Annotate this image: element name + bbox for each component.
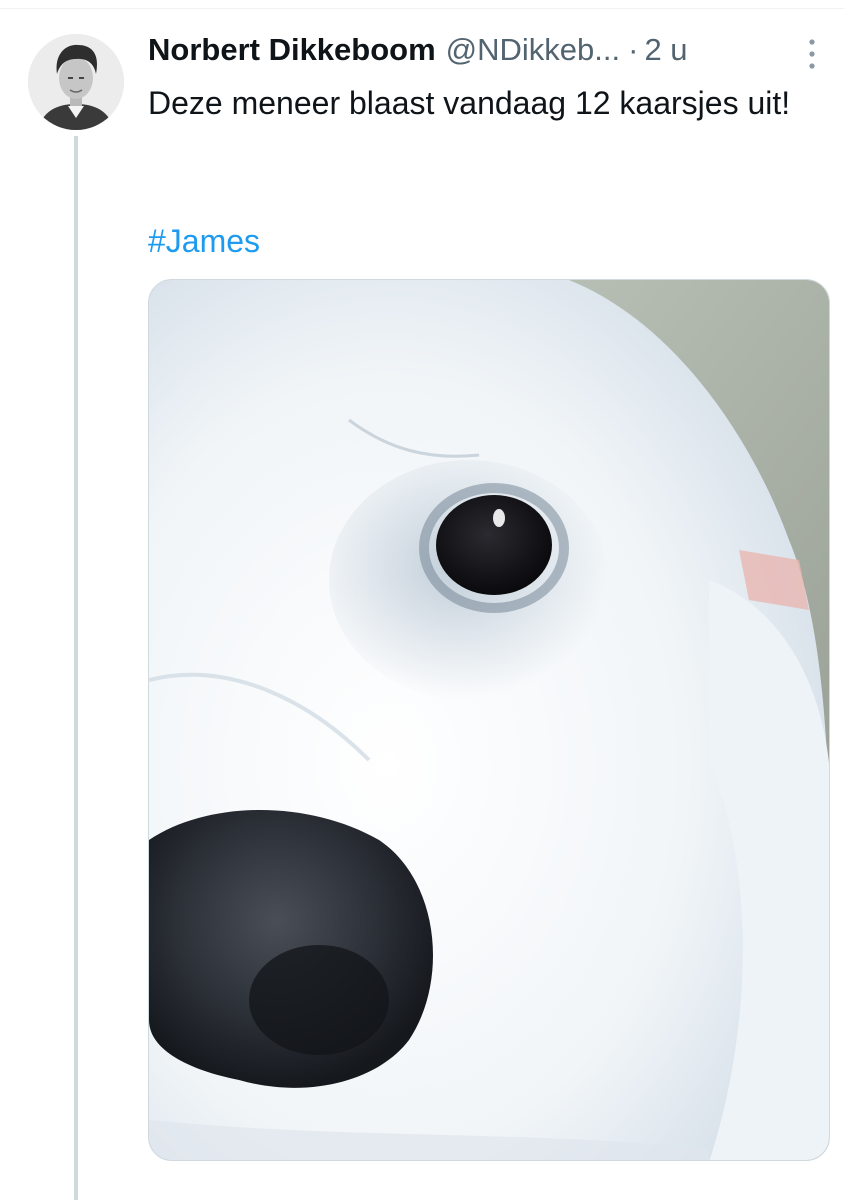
tweet-header: Norbert Dikkeboom @NDikkeb... · 2 u (148, 30, 788, 74)
person-portrait-avatar-icon (28, 34, 124, 130)
more-options-button[interactable] (798, 34, 826, 74)
dog-photo-image (149, 280, 829, 1160)
vertical-ellipsis-icon (809, 39, 815, 69)
author-handle[interactable]: @NDikkeb... (446, 30, 620, 70)
tweet[interactable]: Norbert Dikkeboom @NDikkeb... · 2 u Deze… (0, 0, 844, 1200)
separator-dot: · (628, 32, 639, 67)
hashtag-link[interactable]: #James (148, 218, 260, 264)
tweet-text: Deze meneer blaast vandaag 12 kaarsjes u… (148, 85, 791, 121)
author-display-name[interactable]: Norbert Dikkeboom (148, 30, 436, 70)
thread-line (74, 136, 78, 1200)
author-avatar[interactable] (28, 34, 124, 130)
tweet-timestamp[interactable]: 2 u (644, 30, 687, 70)
top-divider (0, 8, 844, 9)
tweet-photo[interactable] (148, 279, 830, 1161)
